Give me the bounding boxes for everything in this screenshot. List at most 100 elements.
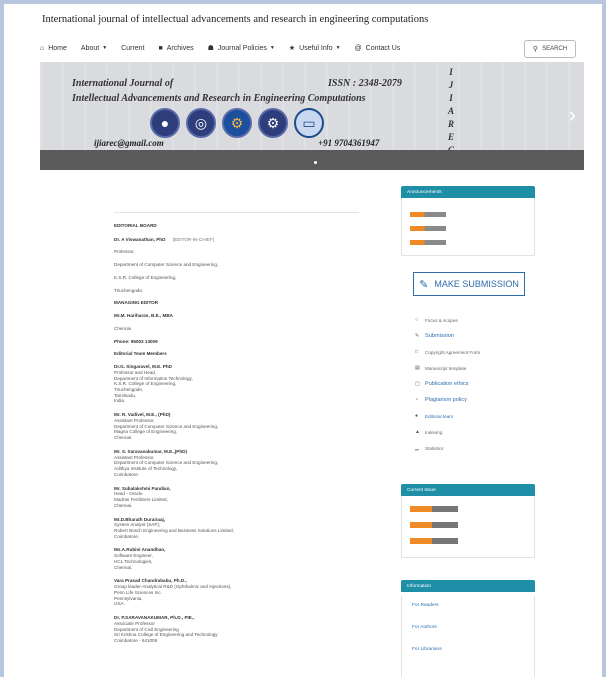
chief-tag: [EDITOR-IN-CHIEF] [172, 236, 214, 242]
team-member: Dr. P.SARAVANAKUMAR, Ph.D., PIE., Associa… [114, 615, 359, 644]
sidebar-item-label: Indexing [425, 429, 443, 435]
team-member: Mr. S. Saravanakumar, M.E.,(PhD) Assistan… [114, 449, 359, 478]
nav-label: Archives [166, 44, 194, 52]
indexing-icon: ▲ [415, 429, 420, 435]
nav-item-archives[interactable]: ■ Archives [159, 45, 194, 52]
current-issue-block: Current Issue [401, 484, 535, 558]
announcement-badge[interactable] [410, 212, 446, 217]
nav-item-journal-policies[interactable]: ☗ Journal Policies ▼ [207, 44, 275, 53]
sidebar-item-label: Copyright Agreement Form [425, 349, 481, 355]
banner-icon-row: ● ◎ ⚙ ⚙ ▭ [150, 108, 324, 138]
current-issue-panel [401, 496, 535, 558]
sidebar-item-editorial-team[interactable]: ● Editorial team [415, 408, 535, 424]
banner-letter: E [447, 132, 454, 142]
announcement-badge[interactable] [410, 240, 446, 245]
banner-caption-bar [40, 150, 584, 170]
banner-side-letters: IJIAREC [445, 66, 457, 157]
sidebar-item-copyright-agreement-form[interactable]: □ Copyright Agreement Form [415, 344, 535, 360]
nav-item-home[interactable]: ⌂ Home [40, 45, 67, 52]
target-icon: ◎ [186, 108, 216, 138]
team-member: Mr.D.Bharath Durairaaj, System Analyst (S… [114, 517, 359, 540]
current-issue-header: Current Issue [401, 484, 535, 496]
sidebar-menu: ○ Focus & scopes ✎ Submission □ Copyright Agr… [415, 312, 535, 456]
gear-icon: ⚙ [222, 108, 252, 138]
announcements-panel [401, 198, 535, 256]
sidebar-item-focus-scopes[interactable]: ○ Focus & scopes [415, 312, 535, 328]
search-icon: ⚲ [532, 46, 539, 53]
issue-feed-badge[interactable] [410, 506, 458, 512]
search-button[interactable]: ⚲ SEARCH [524, 40, 576, 58]
information-header: Information [401, 580, 535, 592]
info-link[interactable]: For Librarians [402, 640, 534, 658]
chief-detail-line: Tiruchengode. [114, 287, 144, 293]
main-nav: ⌂ Home About ▼ Current ■ Archives ☗ Journal Poli… [40, 38, 580, 58]
member-detail-line: Coimbatore. [114, 533, 140, 539]
issue-feed-badge[interactable] [410, 538, 458, 544]
chief-detail-line: Professor, [114, 249, 135, 255]
nav-label: Journal Policies [217, 44, 267, 52]
chief-detail-line: Department of Computer Science and Engin… [114, 262, 219, 268]
team-icon: ● [415, 413, 419, 419]
sidebar-item-indexing[interactable]: ▲ Indexing [415, 424, 535, 440]
policy-icon: ◔ [415, 397, 419, 403]
banner-letter: I [449, 67, 453, 77]
managing-name: Mr.M. Hariharan, B.E., MBA [114, 313, 173, 319]
banner-title-line1: International Journal of [72, 78, 174, 89]
sidebar-item-label: Manuscript template [425, 365, 467, 371]
banner-letter: R [447, 119, 454, 129]
ethics-icon: ▢ [415, 381, 420, 387]
banner-email: ijiarec@gmail.com [94, 138, 164, 148]
nav-item-about[interactable]: About ▼ [81, 45, 107, 52]
nav-item-contact-us[interactable]: @ Contact Us [355, 45, 401, 52]
template-icon: ▤ [415, 365, 420, 371]
chief-name: Dr. A Viswanathan, PhD [114, 236, 166, 242]
team-title: Editorial Team Members [114, 351, 167, 357]
link-icon: ★ [288, 45, 296, 52]
graduate-icon: ● [150, 108, 180, 138]
issue-feed-badge[interactable] [410, 522, 458, 528]
editorial-board-content: EDITORIAL BOARD Dr. A Viswanathan, PhD [… [114, 186, 359, 677]
sidebar-item-label: Statistics [425, 445, 444, 451]
nav-label: Contact Us [365, 44, 401, 52]
site-title[interactable]: International journal of intellectual ad… [42, 14, 428, 25]
nav-label: About [80, 44, 100, 52]
nav-label: Current [121, 44, 145, 52]
banner-phone: +91 9704361947 [318, 138, 380, 148]
member-detail-line: Chennai. [114, 502, 133, 508]
make-submission-button[interactable]: ✎ MAKE SUBMISSION [413, 272, 525, 296]
sidebar-item-manuscript-template[interactable]: ▤ Manuscript template [415, 360, 535, 376]
team-member: Ms.A.Rubini Anandhan, Software Engineer, H… [114, 547, 359, 570]
member-detail-line: Coimbatore - 641008 [114, 637, 158, 643]
make-submission-label: MAKE SUBMISSION [434, 279, 519, 289]
member-detail-line: India. [114, 398, 126, 404]
managing-city: Chennai [114, 325, 132, 331]
sidebar-item-publication-ethics[interactable]: ▢ Publication ethics [415, 376, 535, 392]
announcement-badge[interactable] [410, 226, 446, 231]
sidebar-item-statistics[interactable]: ▁ Statistics [415, 440, 535, 456]
member-detail-line: Coimbatore. [114, 471, 140, 477]
bank-icon: ☗ [207, 45, 214, 52]
hero-banner[interactable]: International Journal of Intellectual Ad… [40, 62, 584, 170]
carousel-indicator[interactable] [314, 161, 317, 164]
sidebar-item-label: Submission [425, 333, 454, 339]
member-detail-line: USA. [114, 601, 125, 607]
sidebar-item-label: Plagiarism policy [425, 397, 467, 403]
document-icon: □ [415, 349, 419, 355]
sidebar-item-label: Editorial team [425, 413, 454, 419]
sidebar-item-plagiarism-policy[interactable]: ◔ Plagiarism policy [415, 392, 535, 408]
info-link[interactable]: For Authors [402, 618, 534, 636]
sidebar-item-submission[interactable]: ✎ Submission [415, 328, 535, 344]
member-detail-line: Chennai. [114, 435, 133, 441]
banner-issn: ISSN : 2348-2079 [328, 78, 402, 89]
caret-down-icon: ▼ [269, 45, 275, 51]
chevron-right-icon[interactable]: › [569, 102, 576, 128]
nav-item-current[interactable]: Current [121, 45, 144, 52]
edit-icon: ✎ [415, 333, 420, 339]
nav-label: Home [48, 44, 67, 52]
info-link[interactable]: For Readers [402, 596, 534, 614]
team-member: Dr.G. Singaravel, M.E. PhD Professor and … [114, 364, 359, 404]
caret-down-icon: ▼ [335, 45, 341, 51]
contact-phone: Phone: 95003 13009 [114, 338, 158, 344]
nav-item-useful-info[interactable]: ★ Useful Info ▼ [288, 44, 341, 53]
managing-title: MANAGING EDITOR [114, 300, 159, 306]
